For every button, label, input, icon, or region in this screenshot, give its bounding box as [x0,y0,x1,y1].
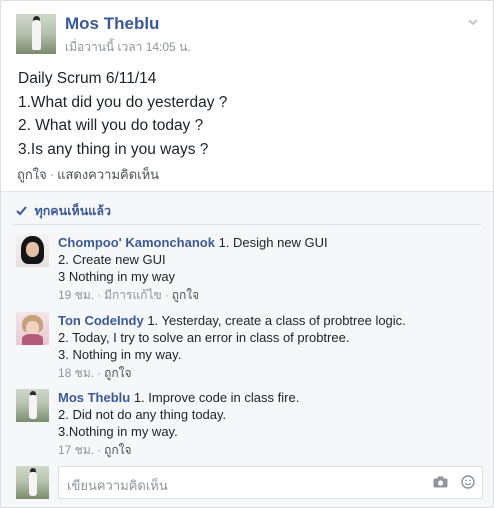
action-separator: · [49,167,55,182]
comment-time[interactable]: 17 ชม. [58,443,94,457]
comment-line: 3.Nothing in my way. [58,424,178,439]
avatar-figure [29,472,37,496]
author-avatar[interactable] [16,14,56,54]
avatar-figure [32,20,41,50]
comment-meta: 17 ชม. · ถูกใจ [58,443,132,457]
avatar-face [26,321,39,335]
post-timestamp[interactable]: เมื่อวานนี้ เวลา 14:05 น. [65,38,191,57]
comment-line: 2. Did not do any thing today. [58,407,227,422]
comment-input[interactable]: เขียนความคิดเห็น [58,466,483,499]
comment-like-link[interactable]: ถูกใจ [172,288,199,302]
commenter-name[interactable]: Ton CodeIndy [58,313,144,328]
post-body-line: 2. What will you do today ? [18,117,204,134]
seen-indicator[interactable]: ทุกคนเห็นแล้ว [16,201,111,221]
avatar-figure [29,395,37,419]
comments-area: ทุกคนเห็นแล้ว Chompoo' Kamonchanok 1. De… [1,191,493,507]
comment-first-line: 1. Desigh new GUI [218,235,328,250]
comment-first-line: 1. Improve code in class fire. [133,390,300,405]
comment-input-placeholder: เขียนความคิดเห็น [67,478,168,493]
comment-time[interactable]: 19 ชม. [58,288,94,302]
composer-icons [424,474,475,490]
commenter-name[interactable]: Mos Theblu [58,390,130,405]
comment-text: Mos Theblu 1. Improve code in class fire… [58,389,488,459]
comments-divider [13,224,481,225]
post-body-line: 1.What did you do yesterday ? [18,93,228,111]
seen-label: ทุกคนเห็นแล้ว [34,204,111,218]
post-header: Mos Theblu เมื่อวานนี้ เวลา 14:05 น. [16,14,483,56]
comment-text: Ton CodeIndy 1. Yesterday, create a clas… [58,312,488,382]
post-body-line: 3.Is any thing in you ways ? [18,140,209,158]
comment-link[interactable]: แสดงความคิดเห็น [57,167,159,182]
comment-line: 3. Nothing in my way. [58,347,182,362]
post-body: Daily Scrum 6/11/14 1.What did you do ye… [18,67,227,161]
post-actions: ถูกใจ · แสดงความคิดเห็น [17,164,159,185]
emoji-icon[interactable] [461,474,475,490]
comment-composer: เขียนความคิดเห็น [16,466,483,499]
avatar-body [22,334,43,345]
comment-like-link[interactable]: ถูกใจ [104,443,131,457]
comment-meta: 18 ชม. · ถูกใจ [58,366,132,380]
post-body-line: Daily Scrum 6/11/14 [18,70,157,87]
avatar-face [26,242,39,257]
post-card: Mos Theblu เมื่อวานนี้ เวลา 14:05 น. Dai… [0,0,494,508]
comment-meta: 19 ชม. · มีการแก้ไข · ถูกใจ [58,288,200,302]
comment-like-link[interactable]: ถูกใจ [104,366,131,380]
like-link[interactable]: ถูกใจ [17,167,47,182]
comment-first-line: 1. Yesterday, create a class of probtree… [147,313,406,328]
comment-line: 3 Nothing in my way [58,269,176,284]
camera-icon[interactable] [433,474,452,490]
commenter-avatar[interactable] [16,312,49,345]
comment-line: 2. Today, I try to solve an error in cla… [58,330,350,345]
post-author-name[interactable]: Mos Theblu [65,14,159,34]
commenter-name[interactable]: Chompoo' Kamonchanok [58,235,215,250]
commenter-avatar[interactable] [16,389,49,422]
commenter-avatar[interactable] [16,234,49,267]
comment-text: Chompoo' Kamonchanok 1. Desigh new GUI 2… [58,234,488,304]
composer-avatar [16,466,49,499]
edited-label[interactable]: มีการแก้ไข [104,288,162,302]
chevron-down-icon[interactable] [467,16,481,30]
comment-time[interactable]: 18 ชม. [58,366,94,380]
section-divider [1,191,493,192]
comment-line: 2. Create new GUI [58,252,166,267]
checkmark-icon [16,204,30,218]
